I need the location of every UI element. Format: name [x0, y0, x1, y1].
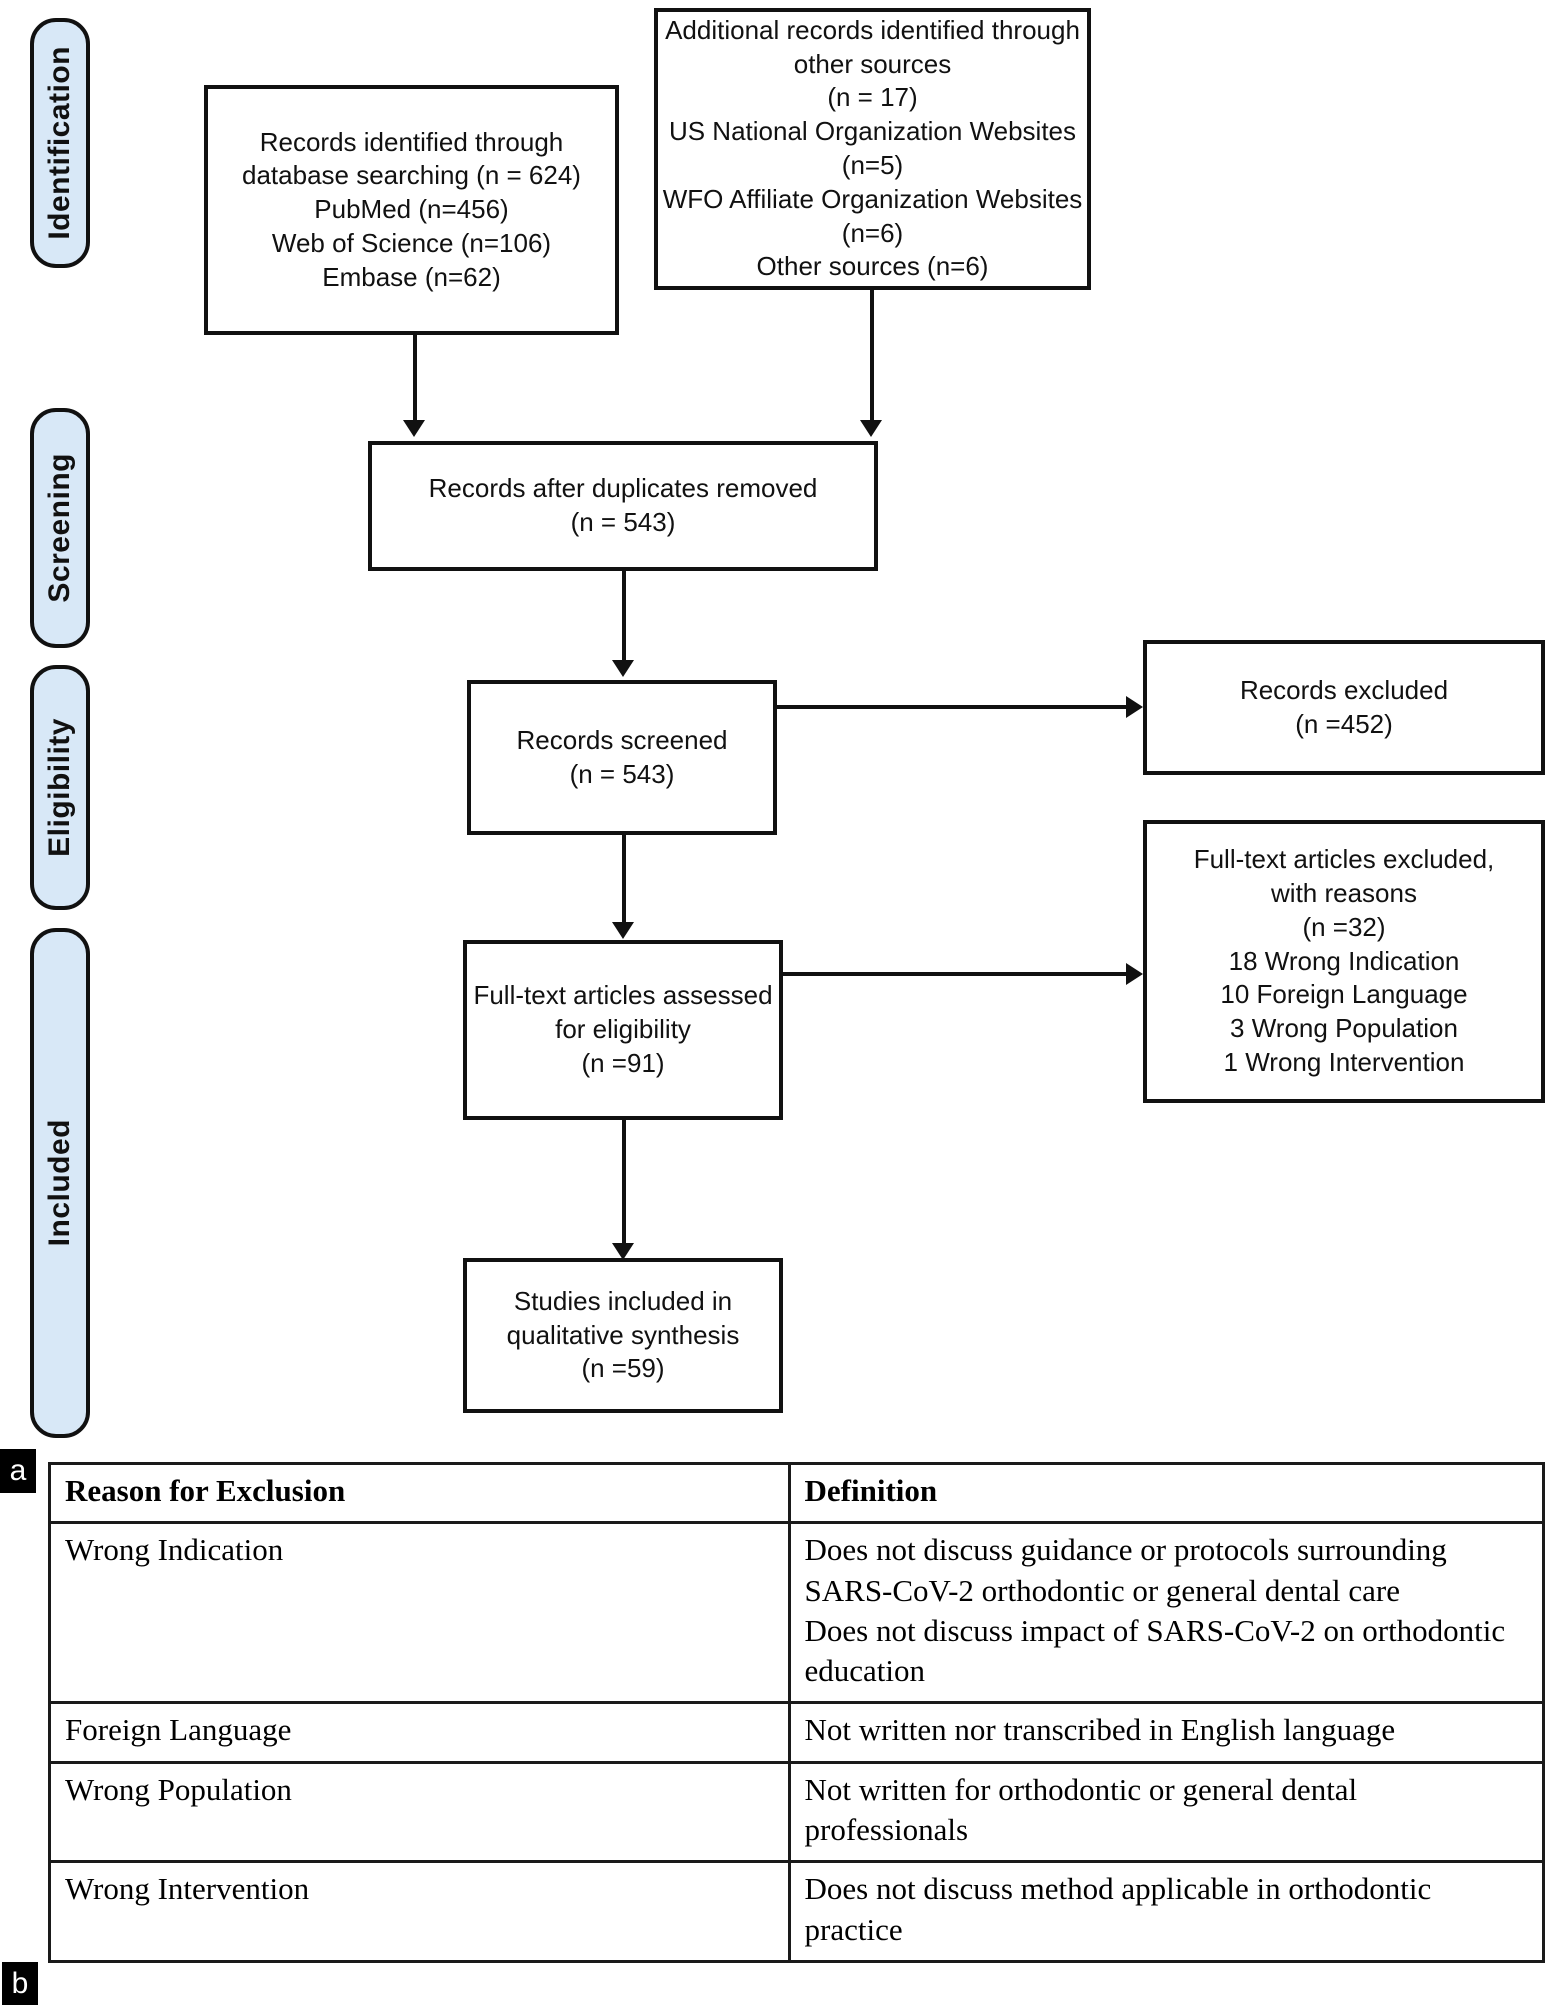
box-fulltext-assessed-line-3: (n =91) — [581, 1047, 665, 1078]
box-fulltext-excluded-lines: Full-text articles excluded, with reason… — [1194, 843, 1495, 1080]
arrowhead-database-to-duplicates — [403, 420, 425, 437]
stage-label-included-text: Included — [43, 1119, 76, 1247]
box-database-search-lines: Records identified through database sear… — [242, 126, 581, 295]
panel-badge-a: a — [0, 1449, 36, 1493]
box-other-sources-line-8: Other sources (n=6) — [756, 251, 989, 282]
box-records-screened: Records screened (n = 543) — [467, 680, 777, 835]
prisma-flow-diagram-figure: Identification Screening Eligibility Inc… — [0, 0, 1552, 2005]
definition-paragraph: Not written for orthodontic or general d… — [804, 1771, 1358, 1848]
box-database-search-line-4: Web of Science (n=106) — [271, 227, 552, 258]
connector-database-to-duplicates — [413, 335, 417, 423]
box-duplicates-removed-lines: Records after duplicates removed (n = 54… — [429, 472, 818, 540]
table-cell-reason: Foreign Language — [48, 1701, 791, 1764]
box-fulltext-excluded-line-5: 10 Foreign Language — [1220, 979, 1468, 1010]
table-cell-reason: Wrong Population — [48, 1760, 791, 1864]
box-duplicates-removed: Records after duplicates removed (n = 54… — [368, 441, 878, 571]
panel-badge-b: b — [2, 1962, 38, 2005]
panel-badge-a-text: a — [9, 1454, 27, 1487]
box-studies-included-line-2: qualitative synthesis — [506, 1319, 740, 1350]
box-fulltext-excluded-line-3: (n =32) — [1302, 911, 1386, 942]
box-other-sources-lines: Additional records identified through ot… — [663, 14, 1083, 284]
box-studies-included-lines: Studies included in qualitative synthesi… — [507, 1285, 740, 1386]
box-fulltext-assessed-line-2: for eligibility — [555, 1014, 691, 1045]
stage-label-included: Included — [30, 928, 90, 1438]
stage-label-eligibility-text: Eligibility — [43, 718, 76, 857]
table-header-definition: Definition — [787, 1461, 1546, 1525]
box-other-sources-line-3: (n = 17) — [827, 82, 918, 113]
box-fulltext-excluded-line-2: with reasons — [1271, 878, 1417, 908]
table-cell-reason: Wrong Indication — [48, 1521, 791, 1705]
connector-duplicates-to-screened — [622, 571, 626, 663]
definition-paragraph: Does not discuss method applicable in or… — [804, 1871, 1432, 1947]
box-records-excluded-line-2: (n =452) — [1295, 708, 1393, 739]
box-records-excluded-lines: Records excluded (n =452) — [1240, 674, 1448, 742]
box-other-sources-line-4: US National Organization Websites — [668, 116, 1077, 147]
table-row: Wrong Intervention Does not discuss meth… — [48, 1860, 1546, 1963]
table-cell-reason: Wrong Intervention — [48, 1860, 791, 1963]
box-fulltext-excluded-line-1: Full-text articles excluded, — [1193, 844, 1495, 875]
table-row: Wrong Population Not written for orthodo… — [48, 1760, 1546, 1864]
stage-label-identification-text: Identification — [43, 46, 76, 240]
table-row: Wrong Indication Does not discuss guidan… — [48, 1521, 1546, 1705]
exclusion-reasons-table: Reason for Exclusion Definition Wrong In… — [48, 1461, 1546, 1963]
box-database-search-line-5: Embase (n=62) — [322, 261, 501, 292]
box-studies-included-line-1: Studies included in — [513, 1285, 733, 1316]
box-studies-included: Studies included in qualitative synthesi… — [463, 1258, 783, 1413]
connector-screened-to-excluded — [777, 705, 1129, 709]
stage-label-identification: Identification — [30, 18, 90, 268]
stage-label-eligibility: Eligibility — [30, 665, 90, 910]
connector-fulltext-to-included — [622, 1120, 626, 1246]
box-database-search-line-3: PubMed (n=456) — [314, 194, 509, 225]
table-header-reason: Reason for Exclusion — [48, 1461, 791, 1525]
stage-label-screening: Screening — [30, 408, 90, 648]
box-fulltext-assessed: Full-text articles assessed for eligibil… — [463, 940, 783, 1120]
box-other-sources-line-5: (n=5) — [841, 150, 904, 180]
box-records-screened-line-1: Records screened — [516, 724, 728, 755]
box-studies-included-line-3: (n =59) — [581, 1353, 665, 1384]
box-other-sources-line-1: Additional records identified through — [665, 14, 1080, 45]
arrowhead-screened-to-excluded — [1126, 696, 1143, 718]
table-header-row: Reason for Exclusion Definition — [48, 1461, 1546, 1525]
box-fulltext-assessed-lines: Full-text articles assessed for eligibil… — [473, 979, 772, 1080]
box-other-sources-line-2: other sources — [793, 48, 952, 79]
box-fulltext-excluded-line-7: 1 Wrong Intervention — [1223, 1046, 1465, 1077]
definition-paragraph: Does not discuss impact of SARS-CoV-2 on… — [804, 1612, 1506, 1689]
box-duplicates-removed-line-1: Records after duplicates removed — [428, 473, 818, 504]
box-fulltext-excluded-line-4: 18 Wrong Indication — [1228, 945, 1460, 976]
definition-paragraph: Does not discuss guidance or protocols s… — [804, 1532, 1447, 1608]
connector-fulltext-to-excluded — [783, 972, 1129, 976]
table-cell-definition: Not written nor transcribed in English l… — [787, 1701, 1546, 1764]
box-records-excluded-line-1: Records excluded — [1239, 674, 1449, 705]
box-records-excluded: Records excluded (n =452) — [1143, 640, 1545, 775]
table-cell-definition: Does not discuss method applicable in or… — [787, 1860, 1546, 1963]
table-row: Foreign Language Not written nor transcr… — [48, 1701, 1546, 1764]
stage-label-screening-text: Screening — [43, 453, 76, 603]
box-records-screened-lines: Records screened (n = 543) — [517, 724, 728, 792]
arrowhead-duplicates-to-screened — [612, 660, 634, 677]
box-fulltext-excluded-line-6: 3 Wrong Population — [1230, 1013, 1458, 1044]
definition-paragraph: Not written nor transcribed in English l… — [804, 1712, 1396, 1748]
panel-badge-b-text: b — [11, 1966, 29, 2000]
connector-screened-to-fulltext — [622, 835, 626, 925]
box-other-sources-line-6: WFO Affiliate Organization Websites — [662, 183, 1083, 214]
box-records-screened-line-2: (n = 543) — [569, 758, 675, 789]
arrowhead-other-sources-to-duplicates — [860, 420, 882, 437]
box-database-search-line-2: database searching (n = 624) — [242, 160, 581, 191]
table-cell-definition: Not written for orthodontic or general d… — [787, 1760, 1546, 1864]
arrowhead-screened-to-fulltext — [612, 922, 634, 939]
connector-other-sources-to-duplicates — [870, 290, 874, 423]
box-fulltext-assessed-line-1: Full-text articles assessed — [473, 980, 773, 1011]
arrowhead-fulltext-to-excluded — [1126, 963, 1143, 985]
table-cell-definition: Does not discuss guidance or protocols s… — [787, 1521, 1546, 1705]
box-database-search: Records identified through database sear… — [204, 85, 619, 335]
box-duplicates-removed-line-2: (n = 543) — [570, 507, 676, 537]
box-database-search-line-1: Records identified through — [259, 126, 564, 157]
box-other-sources-line-7: (n=6) — [841, 217, 904, 248]
box-other-sources: Additional records identified through ot… — [654, 8, 1091, 290]
box-fulltext-excluded: Full-text articles excluded, with reason… — [1143, 820, 1545, 1103]
